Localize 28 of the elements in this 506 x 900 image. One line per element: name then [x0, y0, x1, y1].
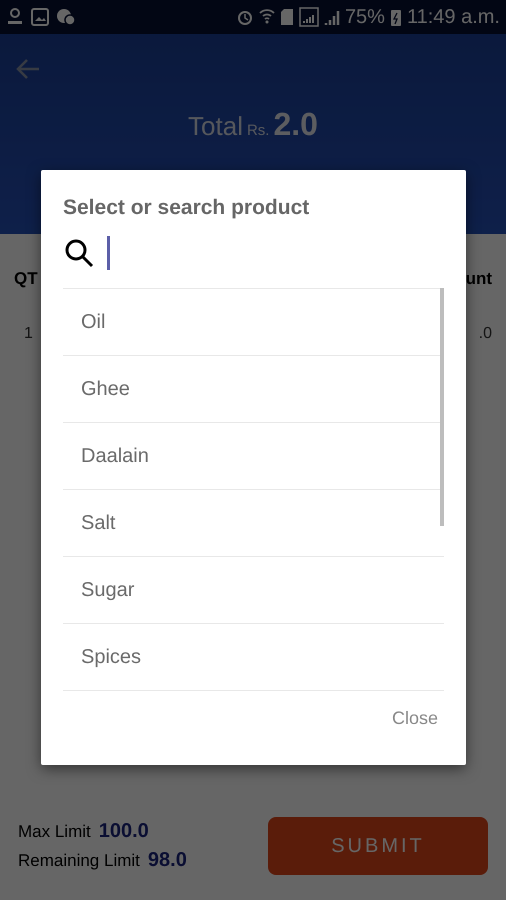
signal-icon: [298, 7, 319, 27]
max-limit-value: 100.0: [98, 820, 149, 843]
close-button[interactable]: Close: [386, 702, 444, 735]
remaining-limit-value: 98.0: [148, 849, 187, 872]
scrollbar[interactable]: [440, 288, 444, 526]
total-label: Total: [188, 111, 243, 142]
battery-percent: 75%: [344, 6, 385, 28]
product-item[interactable]: Spices: [63, 624, 444, 691]
currency-label: Rs.: [246, 122, 270, 139]
image-icon: [31, 8, 49, 26]
dialog-title: Select or search product: [63, 196, 310, 220]
max-limit-label: Max Limit: [18, 822, 91, 842]
column-header: unt: [466, 269, 492, 289]
back-arrow-icon[interactable]: [15, 58, 41, 80]
clock-time: 11:49 a.m.: [406, 6, 500, 28]
remaining-limit-label: Remaining Limit: [18, 851, 140, 871]
table-cell-text: .0: [478, 325, 492, 343]
column-header: QT: [14, 269, 38, 289]
chat-icon: [56, 8, 76, 26]
search-icon: [63, 237, 95, 269]
product-item[interactable]: Sugar: [63, 557, 444, 624]
battery-icon: [390, 8, 402, 26]
alarm-icon: [236, 8, 254, 26]
signal-icon: [324, 8, 340, 26]
table-cell-text: 1: [23, 325, 33, 343]
sim-icon: [280, 8, 294, 26]
total-amount: 2.0: [273, 106, 318, 143]
wifi-icon: [258, 8, 275, 26]
